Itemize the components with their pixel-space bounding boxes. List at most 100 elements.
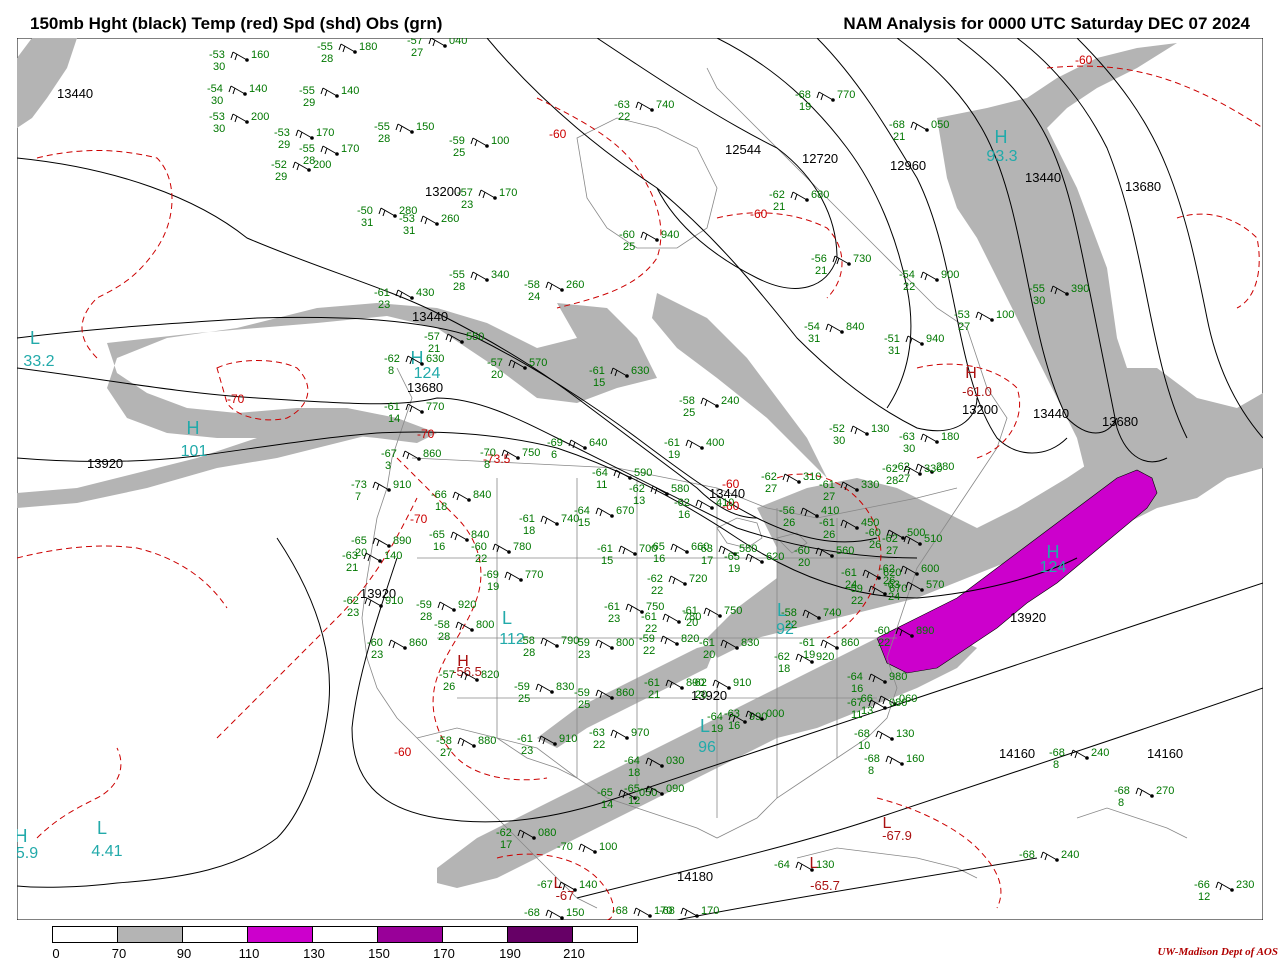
temperature-label: -60 [722,477,740,491]
colorbar-tick: 130 [303,946,325,960]
height-label: 13440 [1033,406,1069,421]
station-dewpoint-depression: 24 [888,591,900,603]
colorbar-box [442,926,508,943]
station-dewpoint-depression: 23 [608,613,620,625]
station-temperature: -58 [679,395,695,407]
temperature-label: -60 [549,127,567,141]
station-dewpoint-depression: 30 [213,61,225,73]
station-height: 970 [631,727,649,739]
station-temperature: -66 [431,489,447,501]
station-dewpoint-depression: 31 [808,333,820,345]
station-dewpoint-depression: 23 [378,299,390,311]
station-temperature: -57 [407,38,423,47]
station-height: 670 [616,505,634,517]
station-temperature: -59 [847,583,863,595]
station-dewpoint-depression: 22 [903,281,915,293]
station-dewpoint-depression: 17 [500,839,512,851]
station-temperature: -63 [614,99,630,111]
station-temperature: -64 [624,755,640,767]
station-temperature: -62 [761,471,777,483]
temperature-label: -70 [227,392,245,406]
station-dewpoint-depression: 22 [851,595,863,607]
wind-speed-colorbar: 0 70 90 110 130 150 170 190 210 [52,926,638,960]
station-dewpoint-depression: 27 [958,321,970,333]
station-dewpoint-depression: 23 [578,649,590,661]
station-height: 800 [476,619,494,631]
colorbar-tick: 90 [177,946,191,960]
station-temperature: -57 [487,357,503,369]
station-height: 860 [841,637,859,649]
station-temperature: -68 [1049,747,1065,759]
station-height: 330 [861,479,879,491]
station-height: 130 [896,728,914,740]
station-dewpoint-depression: 18 [523,525,535,537]
station-temperature: -62 [882,533,898,545]
station-height: 860 [423,448,441,460]
station-height: 150 [416,121,434,133]
station-height: 500 [907,527,925,539]
station-dewpoint-depression: 30 [903,443,915,455]
station-temperature: -62 [629,483,645,495]
temp-extremum-value: -67.9 [882,828,912,843]
station-temperature: -57 [424,331,440,343]
extremum-value: 5.9 [17,845,38,862]
station-temperature: -61 [374,287,390,299]
station-dewpoint-depression: 24 [528,291,540,303]
station-height: 260 [566,279,584,291]
station-height: 140 [249,83,267,95]
station-height: 410 [821,505,839,517]
extremum-value: 33.2 [23,353,54,370]
station-height: 160 [251,49,269,61]
station-height: 830 [741,637,759,649]
station-dewpoint-depression: 28 [321,53,333,65]
station-height: 830 [556,681,574,693]
station-dewpoint-depression: 28 [420,611,432,623]
colorbar-tick: 110 [239,946,260,960]
station-dewpoint-depression: 21 [815,265,827,277]
station-height: 090 [666,783,684,795]
station-temperature: -55 [374,121,390,133]
station-temperature: -59 [514,681,530,693]
temp-extremum-value: -67 [556,888,575,903]
station-height: 860 [409,637,427,649]
station-temperature: -68 [854,728,870,740]
colorbar-box [52,926,118,943]
station-dewpoint-depression: 15 [578,517,590,529]
extremum-type: H [995,127,1008,147]
station-height: 050 [639,787,657,799]
station-temperature: -62 [691,677,707,689]
station-dewpoint-depression: 11 [851,709,862,721]
station-temperature: -52 [829,423,845,435]
station-temperature: -63 [589,727,605,739]
station-height: 230 [1236,879,1254,891]
station-temperature: -61 [597,543,613,555]
station-height: 330 [924,463,942,475]
station-height: 410 [716,497,734,509]
station-height: 100 [491,135,509,147]
station-dewpoint-depression: 17 [701,555,713,567]
station-dewpoint-depression: 19 [728,563,740,575]
station-dewpoint-depression: 6 [551,449,557,461]
station-height: 570 [926,579,944,591]
station-dewpoint-depression: 25 [453,147,465,159]
station-height: 340 [491,269,509,281]
colorbar-box [377,926,443,943]
station-temperature: -61 [664,437,680,449]
station-height: 580 [739,543,757,555]
station-height: 080 [538,827,556,839]
station-dewpoint-depression: 22 [618,111,630,123]
temp-extremum-value: -65.7 [810,878,840,893]
temperature-label: -70 [410,512,428,526]
station-temperature: -58 [436,735,452,747]
station-height: 270 [1156,785,1174,797]
station-height: 900 [941,269,959,281]
station-temperature: -62 [674,497,690,509]
extremum-type: L [97,818,107,838]
station-temperature: -68 [1114,785,1130,797]
colorbar-boxes [52,926,638,943]
station-height: 910 [393,479,411,491]
station-dewpoint-depression: 27 [411,47,423,59]
station-height: 170 [701,905,719,917]
station-height: 560 [836,545,854,557]
station-temperature: -70 [480,447,496,459]
